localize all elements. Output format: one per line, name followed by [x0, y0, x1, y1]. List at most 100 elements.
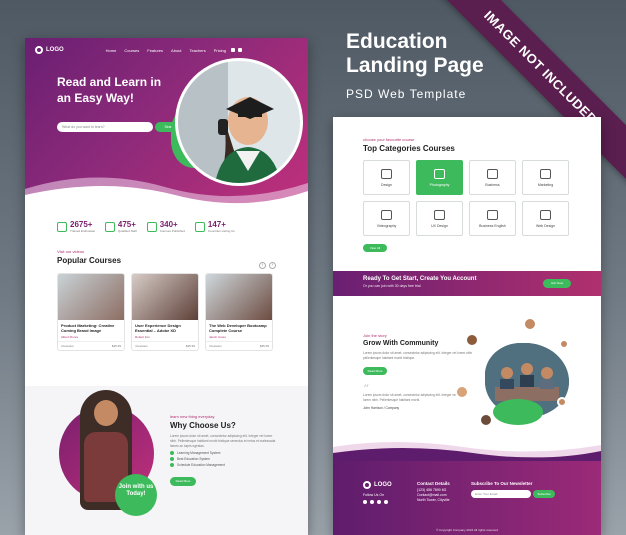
category-label: Marketing: [537, 182, 554, 187]
why-title: Why Choose Us?: [170, 421, 236, 430]
community-green-blob: [493, 399, 543, 425]
why-read-more-button[interactable]: Read More: [170, 477, 196, 486]
instagram-icon[interactable]: [370, 500, 374, 504]
logo[interactable]: LOGO: [35, 46, 64, 54]
stat-label: Countries Listing Us: [207, 229, 235, 233]
testimonial-text: Lorem ipsum dolor sit amet, consectetur …: [363, 393, 457, 402]
hero-section: LOGO Home Courses Features About Teacher…: [25, 38, 308, 208]
feature-item: Best Education System: [170, 457, 280, 461]
course-lessons: 4 lessons: [61, 344, 74, 348]
cta-subtitle: Or you can join with 30 days free trial: [363, 284, 421, 288]
newsletter-title: Subscribe To Our Newsletter: [471, 481, 533, 486]
footer-logo-text: LOGO: [374, 481, 392, 488]
feature-label: Schedule Education Management: [177, 463, 225, 467]
linkedin-icon[interactable]: [384, 500, 388, 504]
nav-features[interactable]: Features: [147, 48, 163, 53]
stat-item: 147+ Countries Listing Us: [194, 220, 235, 233]
category-marketing[interactable]: Marketing: [522, 160, 569, 195]
stat-label: Courses Published: [159, 229, 185, 233]
twitter-icon[interactable]: [377, 500, 381, 504]
quote-icon: “: [363, 382, 370, 396]
course-card[interactable]: User Experience Design Essential – Adobe…: [131, 273, 199, 351]
category-design[interactable]: Design: [363, 160, 410, 195]
category-label: Photography: [429, 182, 450, 187]
course-lessons: 4 lessons: [209, 344, 222, 348]
view-all-button[interactable]: View All: [363, 244, 387, 252]
student-face: [94, 400, 118, 426]
hero-search-input[interactable]: What do you want to learn?: [57, 122, 153, 132]
trained-icon: [57, 221, 67, 232]
category-photography[interactable]: Photography: [416, 160, 463, 195]
search-icon[interactable]: [230, 48, 235, 52]
check-icon: [170, 451, 174, 455]
title-subtitle: PSD Web Template: [346, 87, 467, 101]
why-text: learn new thing everyday Why Choose Us? …: [170, 414, 280, 486]
course-price: $45.99: [111, 344, 121, 348]
cart-icon[interactable]: [237, 48, 242, 52]
course-price: $45.99: [185, 344, 195, 348]
category-grid: Design Photography Business Marketing Vi…: [363, 160, 571, 236]
why-body: Lorem ipsum dolor sit amet, consectetur …: [170, 434, 276, 448]
why-kicker: learn new thing everyday: [170, 414, 215, 419]
staff-icon: [104, 221, 115, 232]
stat-number: 340+: [159, 220, 178, 229]
category-videography[interactable]: Videography: [363, 201, 410, 236]
stat-number: 2675+: [70, 220, 93, 229]
chevron-right-icon[interactable]: ›: [269, 262, 276, 269]
nav-pricing[interactable]: Pricing: [214, 48, 226, 53]
join-now-button[interactable]: Join Now: [543, 279, 571, 288]
testimonial-author: John Harrison / Company: [363, 406, 400, 410]
title-line1: Education: [346, 30, 448, 53]
feature-label: Learning Management System: [177, 451, 221, 455]
courses-title: Popular Courses: [57, 256, 122, 265]
category-business-english[interactable]: Business English: [469, 201, 516, 236]
course-instructor: Albert Flores: [61, 335, 79, 339]
nav-teachers[interactable]: Teachers: [190, 48, 206, 53]
course-image: [206, 274, 272, 320]
design-icon: [381, 168, 392, 179]
community-kicker: Join the story: [363, 333, 387, 338]
subscribe-button[interactable]: Subscribe: [533, 490, 555, 498]
join-badge[interactable]: Join with us Today!: [115, 474, 157, 516]
course-card[interactable]: The Web Developer Bootcamp Complete Cour…: [205, 273, 273, 351]
top-nav: LOGO Home Courses Features About Teacher…: [35, 46, 298, 54]
hero-wave: [25, 177, 308, 208]
avatar: [465, 333, 479, 347]
course-card[interactable]: Product Marketing: Creative Coming Brand…: [57, 273, 125, 351]
logo-icon: [363, 481, 371, 489]
feature-item: Learning Management System: [170, 451, 280, 455]
newsletter-email-input[interactable]: Enter Your Email: [471, 490, 531, 498]
cta-banner: Ready To Get Start, Create You Account O…: [333, 271, 601, 296]
nav-home[interactable]: Home: [106, 48, 117, 53]
pen-icon: [434, 209, 445, 220]
copyright: © Copyright Company 2024 All rights rese…: [436, 528, 498, 532]
category-label: Design: [381, 182, 392, 187]
logo-text: LOGO: [46, 47, 64, 53]
category-label: Business English: [479, 223, 506, 228]
footer-logo[interactable]: LOGO: [363, 481, 392, 489]
nav-courses[interactable]: Courses: [124, 48, 139, 53]
social-icons: [363, 500, 392, 504]
course-instructor: Jacob Jones: [209, 335, 226, 339]
contact-title: Contact Details: [417, 481, 450, 486]
landing-page-preview-left: LOGO Home Courses Features About Teacher…: [25, 38, 308, 535]
footer: LOGO Follow Us On Contact Details (123) …: [333, 442, 601, 535]
course-price: $45.99: [259, 344, 269, 348]
category-web-design[interactable]: Web Design: [522, 201, 569, 236]
contact-address: North Tower, Cityville: [417, 498, 450, 502]
check-icon: [170, 457, 174, 461]
chevron-left-icon[interactable]: ‹: [259, 262, 266, 269]
camera-icon: [434, 168, 445, 179]
facebook-icon[interactable]: [363, 500, 367, 504]
community-read-more-button[interactable]: Read More: [363, 367, 387, 375]
nav-about[interactable]: About: [171, 48, 181, 53]
follow-label: Follow Us On: [363, 493, 385, 497]
category-ux-design[interactable]: UX Design: [416, 201, 463, 236]
category-business[interactable]: Business: [469, 160, 516, 195]
nav-icons: [230, 48, 242, 52]
video-icon: [381, 209, 392, 220]
check-icon: [170, 463, 174, 467]
category-label: Videography: [376, 223, 397, 228]
footer-newsletter: Subscribe To Our Newsletter Enter Your E…: [471, 481, 555, 498]
avatar: [559, 339, 569, 349]
